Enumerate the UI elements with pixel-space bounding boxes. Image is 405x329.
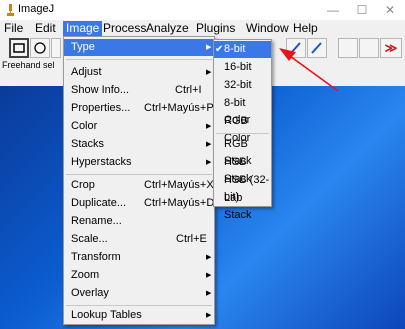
annotation-arrow-icon	[279, 48, 339, 92]
